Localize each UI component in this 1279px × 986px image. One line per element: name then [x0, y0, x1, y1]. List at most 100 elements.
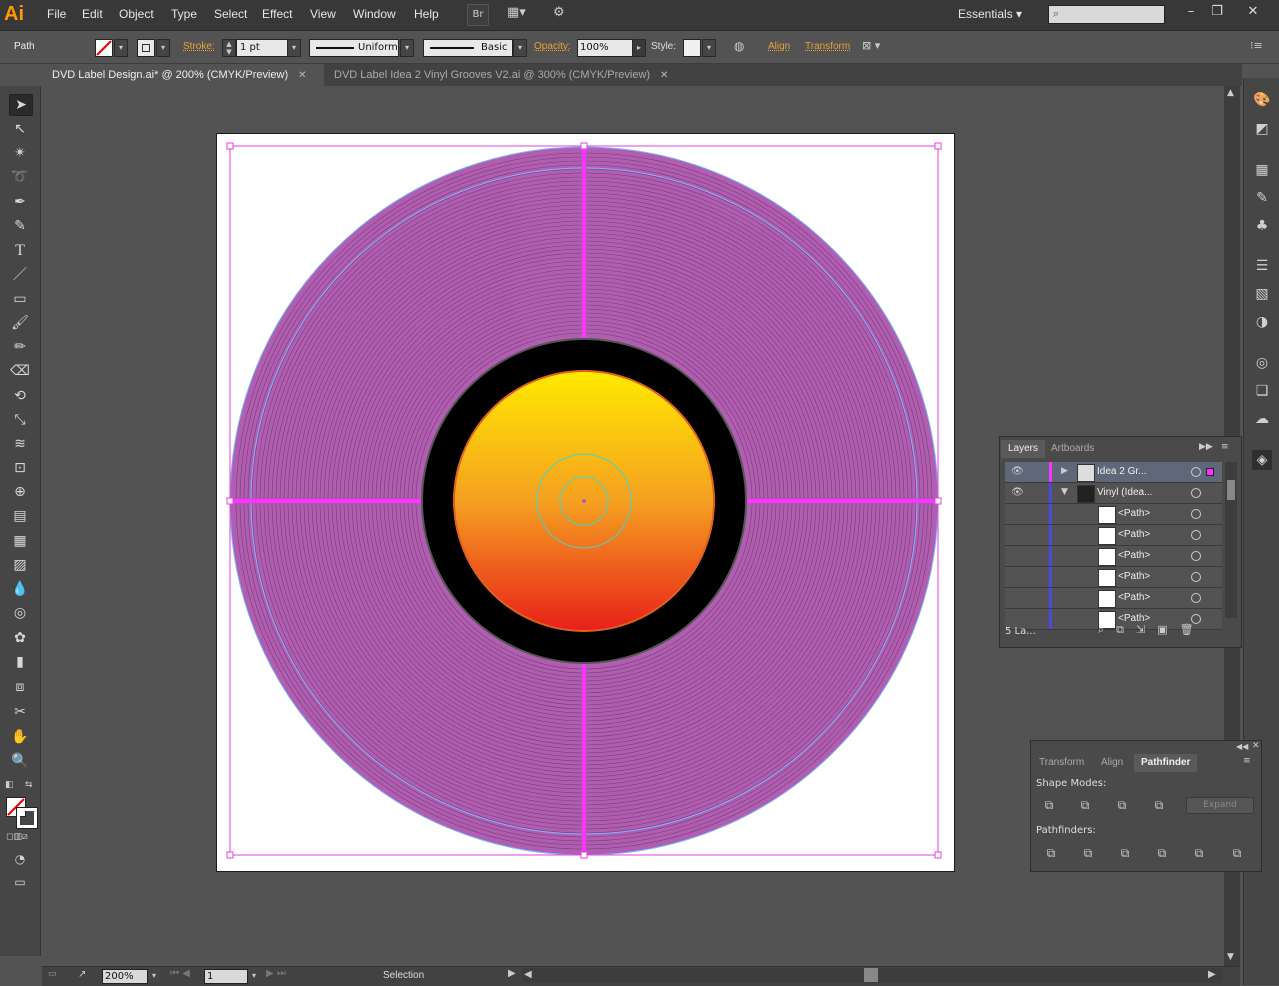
menu-effect[interactable]: Effect	[262, 7, 292, 21]
rectangle-tool-icon[interactable]: ▭	[9, 289, 31, 309]
tab-artboards[interactable]: Artboards	[1044, 440, 1101, 458]
artboard-tool-icon[interactable]: ⧈	[9, 677, 31, 697]
brush-definition[interactable]: Basic	[423, 39, 513, 57]
artboard-dropdown[interactable]: ▾	[248, 969, 260, 982]
graphic-styles-icon[interactable]: ❏	[1252, 381, 1272, 401]
minus-front-icon[interactable]: ⧉	[1077, 798, 1093, 812]
warp-tool-icon[interactable]: ≋	[9, 434, 31, 454]
tab-align[interactable]: Align	[1094, 754, 1130, 772]
graphic-style-dropdown[interactable]: ▾	[702, 39, 716, 57]
color-guide-icon[interactable]: ◩	[1252, 119, 1272, 139]
column-graph-tool-icon[interactable]: ▮	[9, 652, 31, 672]
color-panel-icon[interactable]: 🎨	[1252, 90, 1272, 110]
fill-swatch[interactable]	[95, 39, 113, 57]
mesh-tool-icon[interactable]: ▦	[9, 531, 31, 551]
slice-tool-icon[interactable]: ✂	[9, 702, 31, 722]
symbols-icon[interactable]: ♣	[1252, 216, 1272, 236]
blend-tool-icon[interactable]: ◎	[9, 603, 31, 623]
menu-window[interactable]: Window	[353, 7, 396, 21]
menu-file[interactable]: File	[47, 7, 66, 21]
artboard-nav-next-last[interactable]: ▶ ⏭	[266, 968, 286, 979]
paintbrush-tool-icon[interactable]: 🖌	[9, 313, 31, 333]
vinyl-artwork[interactable]	[216, 133, 953, 870]
zoom-tool-icon[interactable]: 🔍	[9, 751, 31, 771]
close-panel-icon[interactable]: ✕	[1252, 741, 1260, 751]
transform-link[interactable]: Transform	[805, 41, 850, 52]
panel-menu-icon[interactable]: ≡	[1221, 442, 1229, 452]
divide-icon[interactable]: ⧉	[1043, 846, 1059, 860]
profile-dropdown[interactable]: ▾	[400, 39, 414, 57]
outline-icon[interactable]: ⧉	[1191, 846, 1207, 860]
gradient-panel-icon[interactable]: ▧	[1252, 284, 1272, 304]
stroke-panel-icon[interactable]: ☰	[1252, 256, 1272, 276]
horizontal-scrollbar[interactable]: ◀ ▶	[522, 968, 1222, 983]
scroll-left-icon[interactable]: ◀	[524, 969, 532, 980]
handle-bottom-right[interactable]	[934, 851, 942, 859]
panel-menu-icon[interactable]: ≡	[1243, 756, 1251, 766]
exclude-icon[interactable]: ⧉	[1151, 798, 1167, 812]
menu-type[interactable]: Type	[171, 7, 197, 21]
target-circle-icon[interactable]	[1191, 467, 1201, 477]
symbol-sprayer-tool-icon[interactable]: ✿	[9, 628, 31, 648]
brush-dropdown[interactable]: ▾	[513, 39, 527, 57]
swap-colors-icon[interactable]: ⇆	[25, 780, 35, 790]
unite-icon[interactable]: ⧉	[1041, 798, 1057, 812]
menu-select[interactable]: Select	[214, 7, 247, 21]
handle-middle-right[interactable]	[934, 497, 942, 505]
color-mode-icons[interactable]: ◻▥⧄	[6, 832, 36, 842]
scroll-down-icon[interactable]: ▼	[1227, 952, 1234, 962]
scroll-thumb[interactable]	[864, 968, 878, 982]
eraser-tool-icon[interactable]: ⌫	[9, 361, 31, 381]
artboard-nav-first-prev[interactable]: ⏮ ◀	[170, 968, 190, 979]
merge-icon[interactable]: ⧉	[1117, 846, 1133, 860]
gpu-performance-icon[interactable]: ⚙	[553, 5, 573, 25]
layers-panel-icon[interactable]: ◈	[1252, 450, 1272, 470]
opacity-slider-button[interactable]: ▸	[632, 39, 646, 57]
restore-icon[interactable]: ❐	[1205, 3, 1229, 21]
free-transform-tool-icon[interactable]: ⊡	[9, 458, 31, 478]
stroke-color-dropdown[interactable]: ▾	[156, 39, 170, 57]
menu-edit[interactable]: Edit	[82, 7, 103, 21]
drawing-mode-icon[interactable]: ◔	[9, 849, 31, 869]
selection-tool-icon[interactable]: ➤	[9, 94, 33, 116]
perspective-grid-tool-icon[interactable]: ▤	[9, 506, 31, 526]
menu-object[interactable]: Object	[119, 7, 154, 21]
transparency-icon[interactable]: ◑	[1252, 312, 1272, 332]
close-tab-icon[interactable]: ✕	[660, 70, 668, 81]
intersect-icon[interactable]: ⧉	[1114, 798, 1130, 812]
layer-row[interactable]: <Path>	[1005, 546, 1222, 567]
search-input[interactable]: ⌕	[1048, 5, 1165, 24]
zoom-dropdown[interactable]: ▾	[148, 969, 160, 982]
expand-button[interactable]: Expand	[1186, 797, 1254, 814]
stroke-weight-field[interactable]: 1 pt	[236, 39, 289, 57]
tab-vinyl-grooves[interactable]: DVD Label Idea 2 Vinyl Grooves V2.ai @ 3…	[324, 64, 724, 86]
scale-tool-icon[interactable]: ⤡	[9, 410, 31, 430]
expand-triangle-icon[interactable]: ▶	[1061, 466, 1068, 476]
handle-top-right[interactable]	[934, 142, 942, 150]
layer-row[interactable]: <Path>	[1005, 525, 1222, 546]
type-tool-icon[interactable]: T	[9, 241, 31, 261]
fill-dropdown[interactable]: ▾	[114, 39, 128, 57]
visibility-eye-icon[interactable]: 👁	[1011, 487, 1025, 499]
line-tool-icon[interactable]: ／	[9, 265, 31, 285]
bridge-button[interactable]: Br	[467, 4, 489, 26]
layers-footer-buttons[interactable]: ⌕⧉⇲▣🗑	[1098, 623, 1206, 637]
layers-scroll-thumb[interactable]	[1227, 480, 1235, 500]
tab-transform[interactable]: Transform	[1032, 754, 1091, 772]
menu-view[interactable]: View	[310, 7, 336, 21]
close-icon[interactable]: ✕	[1241, 3, 1265, 21]
minus-back-icon[interactable]: ⧉	[1229, 846, 1245, 860]
rotate-tool-icon[interactable]: ⟲	[9, 386, 31, 406]
scroll-up-icon[interactable]: ▲	[1227, 88, 1234, 98]
pencil-tool-icon[interactable]: ✏	[9, 337, 31, 357]
layers-scrollbar[interactable]	[1225, 462, 1237, 618]
opacity-link[interactable]: Opacity:	[534, 41, 571, 52]
target-circle-icon[interactable]	[1191, 488, 1201, 498]
selection-indicator[interactable]	[1206, 468, 1214, 476]
control-panel-menu-icon[interactable]: ⁝≡	[1250, 39, 1266, 55]
trim-icon[interactable]: ⧉	[1080, 846, 1096, 860]
layer-row[interactable]: 👁 ▼ Vinyl (Idea...	[1005, 483, 1222, 504]
variable-width-profile[interactable]: Uniform	[309, 39, 399, 57]
scroll-right-icon[interactable]: ▶	[1208, 969, 1216, 980]
handle-middle-left[interactable]	[226, 497, 234, 505]
